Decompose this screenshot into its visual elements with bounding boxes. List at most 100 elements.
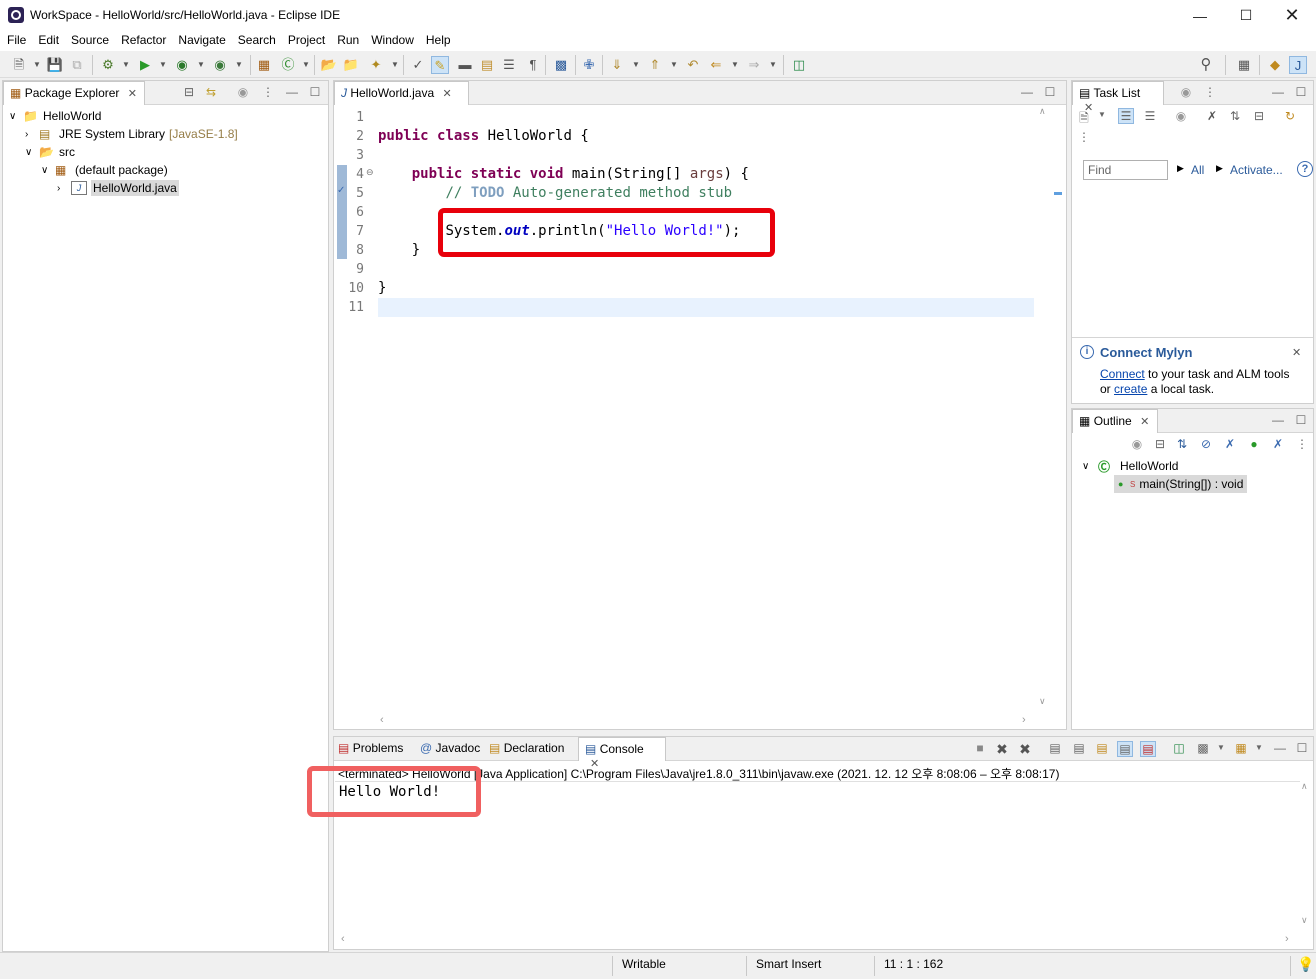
show-stdout-icon[interactable]: ▤	[1117, 741, 1133, 757]
run-icon[interactable]: ▶	[136, 56, 154, 74]
mark-occurrences-icon[interactable]: ✎	[431, 56, 449, 74]
chevron-down-icon[interactable]: ∨	[41, 165, 55, 176]
outline-item-method[interactable]: ● S main(String[]) : void	[1114, 475, 1248, 493]
tab-outline[interactable]: ▦ Outline ✕	[1072, 409, 1158, 433]
console-horizontal-scrollbar[interactable]: ‹ ›	[335, 933, 1300, 948]
chevron-down-icon[interactable]: ∨	[9, 111, 23, 122]
open-perspective-icon[interactable]: ▦	[1235, 56, 1253, 74]
pin-console-icon[interactable]: ◫	[1171, 741, 1187, 755]
all-link[interactable]: All	[1191, 163, 1204, 177]
tree-item-package[interactable]: ∨ ▦ (default package)	[41, 161, 168, 179]
new-task-dropdown-icon[interactable]: ▼	[1094, 110, 1110, 119]
last-edit-location-icon[interactable]: ↶	[684, 56, 702, 74]
menu-refactor[interactable]: Refactor	[114, 31, 171, 51]
view-menu-icon[interactable]: ⋮	[260, 85, 276, 99]
java-ee-perspective-icon[interactable]: ◆	[1266, 56, 1284, 74]
close-window-button[interactable]: ✕	[1269, 0, 1315, 31]
clear-console-icon[interactable]: ▤	[1047, 741, 1063, 755]
lightbulb-icon[interactable]: 💡	[1297, 956, 1314, 973]
minimize-view-icon[interactable]: —	[1270, 85, 1286, 99]
display-console-icon[interactable]: ▩	[1195, 741, 1211, 755]
tab-task-list[interactable]: ▤ Task List ✕	[1072, 81, 1164, 114]
code-area[interactable]: public class HelloWorld { public static …	[334, 106, 1034, 714]
search-icon[interactable]: ⚲	[1197, 56, 1215, 74]
new-class-icon[interactable]: Ⓒ	[279, 56, 297, 74]
terminate-icon[interactable]: ■	[972, 741, 988, 755]
close-icon[interactable]: ✕	[443, 88, 452, 100]
minimize-button[interactable]: —	[1177, 0, 1223, 31]
scroll-lock-icon[interactable]: ▤	[1071, 741, 1087, 755]
external-tools-dropdown-icon[interactable]: ▼	[230, 56, 248, 74]
external-tools-icon[interactable]: ◉	[211, 56, 229, 74]
tab-editor-helloworld[interactable]: J HelloWorld.java ✕	[334, 81, 469, 105]
scroll-up-icon[interactable]: ∧	[1039, 106, 1046, 117]
menu-source[interactable]: Source	[64, 31, 114, 51]
tab-console[interactable]: ▤ Console ✕	[578, 737, 666, 770]
create-link[interactable]: create	[1114, 382, 1147, 396]
menu-help[interactable]: Help	[419, 31, 456, 51]
java-perspective-icon[interactable]: J	[1289, 56, 1307, 74]
show-whitespace-icon[interactable]: ☰	[500, 56, 518, 74]
menu-file[interactable]: File	[0, 31, 31, 51]
search-dropdown-icon[interactable]: ▼	[386, 56, 404, 74]
scroll-down-icon[interactable]: ∨	[1039, 696, 1046, 707]
menu-window[interactable]: Window	[364, 31, 419, 51]
next-annotation-icon[interactable]: ⇓	[608, 56, 626, 74]
chevron-right-icon[interactable]: ›	[25, 129, 39, 140]
forward-dropdown-icon[interactable]: ▼	[764, 56, 782, 74]
new-class-dropdown-icon[interactable]: ▼	[297, 56, 315, 74]
close-icon[interactable]: ✕	[128, 88, 137, 100]
debug-icon[interactable]: ⚙	[99, 56, 117, 74]
search-tool-icon[interactable]: ✦	[367, 56, 385, 74]
new-task-icon[interactable]: 🗎	[1076, 109, 1092, 130]
horizontal-scrollbar[interactable]: ‹ ›	[376, 714, 1036, 729]
view-menu-icon[interactable]: ⋮	[1294, 437, 1310, 451]
hide-local-types-icon[interactable]: ✗	[1270, 437, 1286, 451]
maximize-view-icon[interactable]: ☐	[1294, 741, 1310, 755]
previous-annotation-icon[interactable]: ⇑	[646, 56, 664, 74]
hide-fields-icon[interactable]: ⊘	[1198, 437, 1214, 451]
maximize-view-icon[interactable]: ☐	[307, 85, 323, 99]
tab-declaration[interactable]: ▤ Declaration	[489, 741, 564, 755]
sort-icon[interactable]: ⇅	[1174, 437, 1190, 451]
vertical-scrollbar[interactable]: ∧ ∨	[1036, 106, 1051, 716]
close-icon[interactable]: ✕	[1140, 416, 1149, 428]
view-menu-icon[interactable]: ⋮	[1076, 130, 1092, 144]
coverage-icon[interactable]: ◉	[173, 56, 191, 74]
close-icon[interactable]: ✕	[1292, 346, 1301, 359]
open-console-dropdown-icon[interactable]: ▼	[1251, 743, 1267, 752]
chevron-down-icon[interactable]: ∨	[1082, 461, 1098, 472]
open-task-icon[interactable]: 📁	[342, 56, 360, 74]
collapse-all-icon[interactable]: ⊟	[1152, 437, 1168, 451]
menu-search[interactable]: Search	[231, 31, 281, 51]
task-find-input[interactable]: Find	[1083, 160, 1168, 180]
maximize-view-icon[interactable]: ☐	[1042, 85, 1058, 99]
link-with-editor-icon[interactable]: ⇆	[203, 85, 219, 99]
filters-icon[interactable]: ◉	[235, 85, 251, 99]
block-selection-icon[interactable]: ▬	[456, 56, 474, 74]
connect-link[interactable]: Connect	[1100, 367, 1145, 381]
new-dropdown-icon[interactable]: ▼	[28, 56, 46, 74]
filters-icon[interactable]: ◉	[1129, 437, 1145, 451]
minimize-view-icon[interactable]: —	[1272, 741, 1288, 755]
menu-edit[interactable]: Edit	[31, 31, 64, 51]
new-package-icon[interactable]: ▦	[255, 56, 273, 74]
word-wrap-icon[interactable]: ▤	[478, 56, 496, 74]
pin-editor-icon[interactable]: ◫	[790, 56, 808, 74]
chevron-right-icon[interactable]: ›	[57, 183, 71, 194]
outline-item-class[interactable]: ∨ Ⓒ HelloWorld	[1082, 457, 1178, 475]
hide-static-icon[interactable]: ✗	[1222, 437, 1238, 451]
hide-non-public-icon[interactable]: ●	[1246, 437, 1262, 451]
collapse-all-icon[interactable]: ⊟	[181, 85, 197, 99]
debug-dropdown-icon[interactable]: ▼	[117, 56, 135, 74]
maximize-view-icon[interactable]: ☐	[1293, 85, 1309, 99]
filter-icon[interactable]: ◉	[1178, 85, 1194, 99]
save-all-icon[interactable]: ⧉	[68, 56, 86, 74]
show-stderr-icon[interactable]: ▤	[1140, 741, 1156, 757]
back-icon[interactable]: ⇐	[707, 56, 725, 74]
minimize-view-icon[interactable]: —	[1270, 413, 1286, 427]
maximize-button[interactable]: ☐	[1223, 0, 1269, 31]
categorized-icon[interactable]: ☰	[1118, 108, 1134, 124]
tree-item-src[interactable]: ∨ 📂 src	[25, 143, 75, 161]
hide-completed-icon[interactable]: ✗	[1204, 109, 1220, 123]
